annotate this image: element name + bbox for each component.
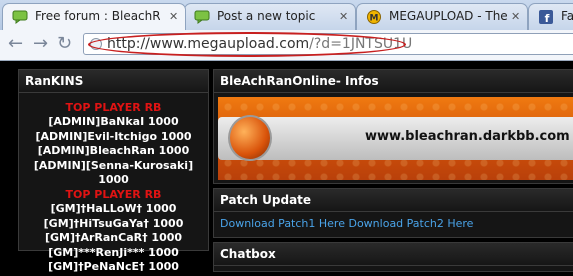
banner-site-url: www.bleachran.darkbb.com — [365, 129, 570, 144]
svg-text:M: M — [370, 14, 379, 24]
tab-facebook[interactable]: f Fac — [528, 3, 573, 30]
list-item: [ADMIN]BaNkaI 1000 — [48, 115, 179, 128]
section-heading: TOP PLAYER RB — [65, 187, 162, 201]
banner-lens-graphic — [228, 115, 272, 161]
list-item: [GM]†ArRanCaR† 1000 — [44, 231, 183, 245]
infos-title: BleAchRanOnline- Infos — [214, 70, 573, 93]
reload-icon[interactable]: ↻ — [57, 35, 72, 53]
list-item: [GM]†PeNaNcE† 1000 — [48, 260, 179, 274]
tab-forum[interactable]: Free forum : BleachRan ✕ — [2, 3, 186, 30]
forum-icon — [194, 10, 210, 24]
rankings-list: TOP PLAYER RB [ADMIN]BaNkaI 1000 [ADMIN]… — [19, 93, 208, 275]
svg-text:f: f — [545, 12, 550, 24]
list-item: [ADMIN]Evil-Itchigo 1000 — [35, 129, 192, 143]
facebook-icon: f — [539, 10, 553, 24]
patch-links: Download Patch1 Here Download Patch2 Her… — [214, 212, 573, 235]
site-banner[interactable]: www.bleachran.darkbb.com — [218, 97, 573, 180]
close-icon[interactable]: ✕ — [339, 10, 348, 23]
rankings-panel: RanKINS TOP PLAYER RB [ADMIN]BaNkaI 1000… — [18, 69, 209, 273]
list-item: [GM]†HaLLoW† 1000 — [50, 201, 177, 215]
close-icon[interactable]: ✕ — [511, 10, 520, 23]
list-item: [GM]***RenJi*** 1000 — [48, 245, 179, 259]
red-annotation-ellipse — [88, 32, 406, 57]
patch1-link[interactable]: Download Patch1 Here — [220, 217, 345, 230]
infos-box: BleAchRanOnline- Infos www.bleachran.dar… — [213, 69, 573, 184]
rankings-title: RanKINS — [19, 70, 208, 93]
main-column: BleAchRanOnline- Infos www.bleachran.dar… — [213, 69, 573, 276]
tab-megaupload[interactable]: M MEGAUPLOAD - The le ✕ — [356, 3, 528, 30]
forum-icon — [12, 10, 28, 24]
forward-icon[interactable]: → — [33, 35, 48, 53]
tab-post-topic[interactable]: Post a new topic ✕ — [184, 3, 356, 30]
list-item: [GM]†HiTsuGaYa† 1000 — [43, 216, 184, 230]
patch-title: Patch Update — [214, 189, 573, 212]
patch2-link[interactable]: Download Patch2 Here — [348, 217, 473, 230]
web-page: RanKINS TOP PLAYER RB [ADMIN]BaNkaI 1000… — [0, 61, 573, 273]
patch-box: Patch Update Download Patch1 Here Downlo… — [213, 188, 573, 238]
back-icon[interactable]: ← — [8, 35, 23, 53]
chatbox: Chatbox — [213, 242, 573, 272]
list-item: [ADMIN]BleachRan 1000 — [37, 144, 190, 158]
close-icon[interactable]: ✕ — [169, 10, 178, 23]
tab-strip: Free forum : BleachRan ✕ Post a new topi… — [0, 0, 573, 30]
list-item: [ADMIN][Senna-Kurosaki] 1000 — [33, 158, 194, 187]
megaupload-icon: M — [367, 10, 381, 24]
section-heading: TOP PLAYER RB — [65, 101, 162, 114]
chatbox-title: Chatbox — [214, 243, 573, 266]
